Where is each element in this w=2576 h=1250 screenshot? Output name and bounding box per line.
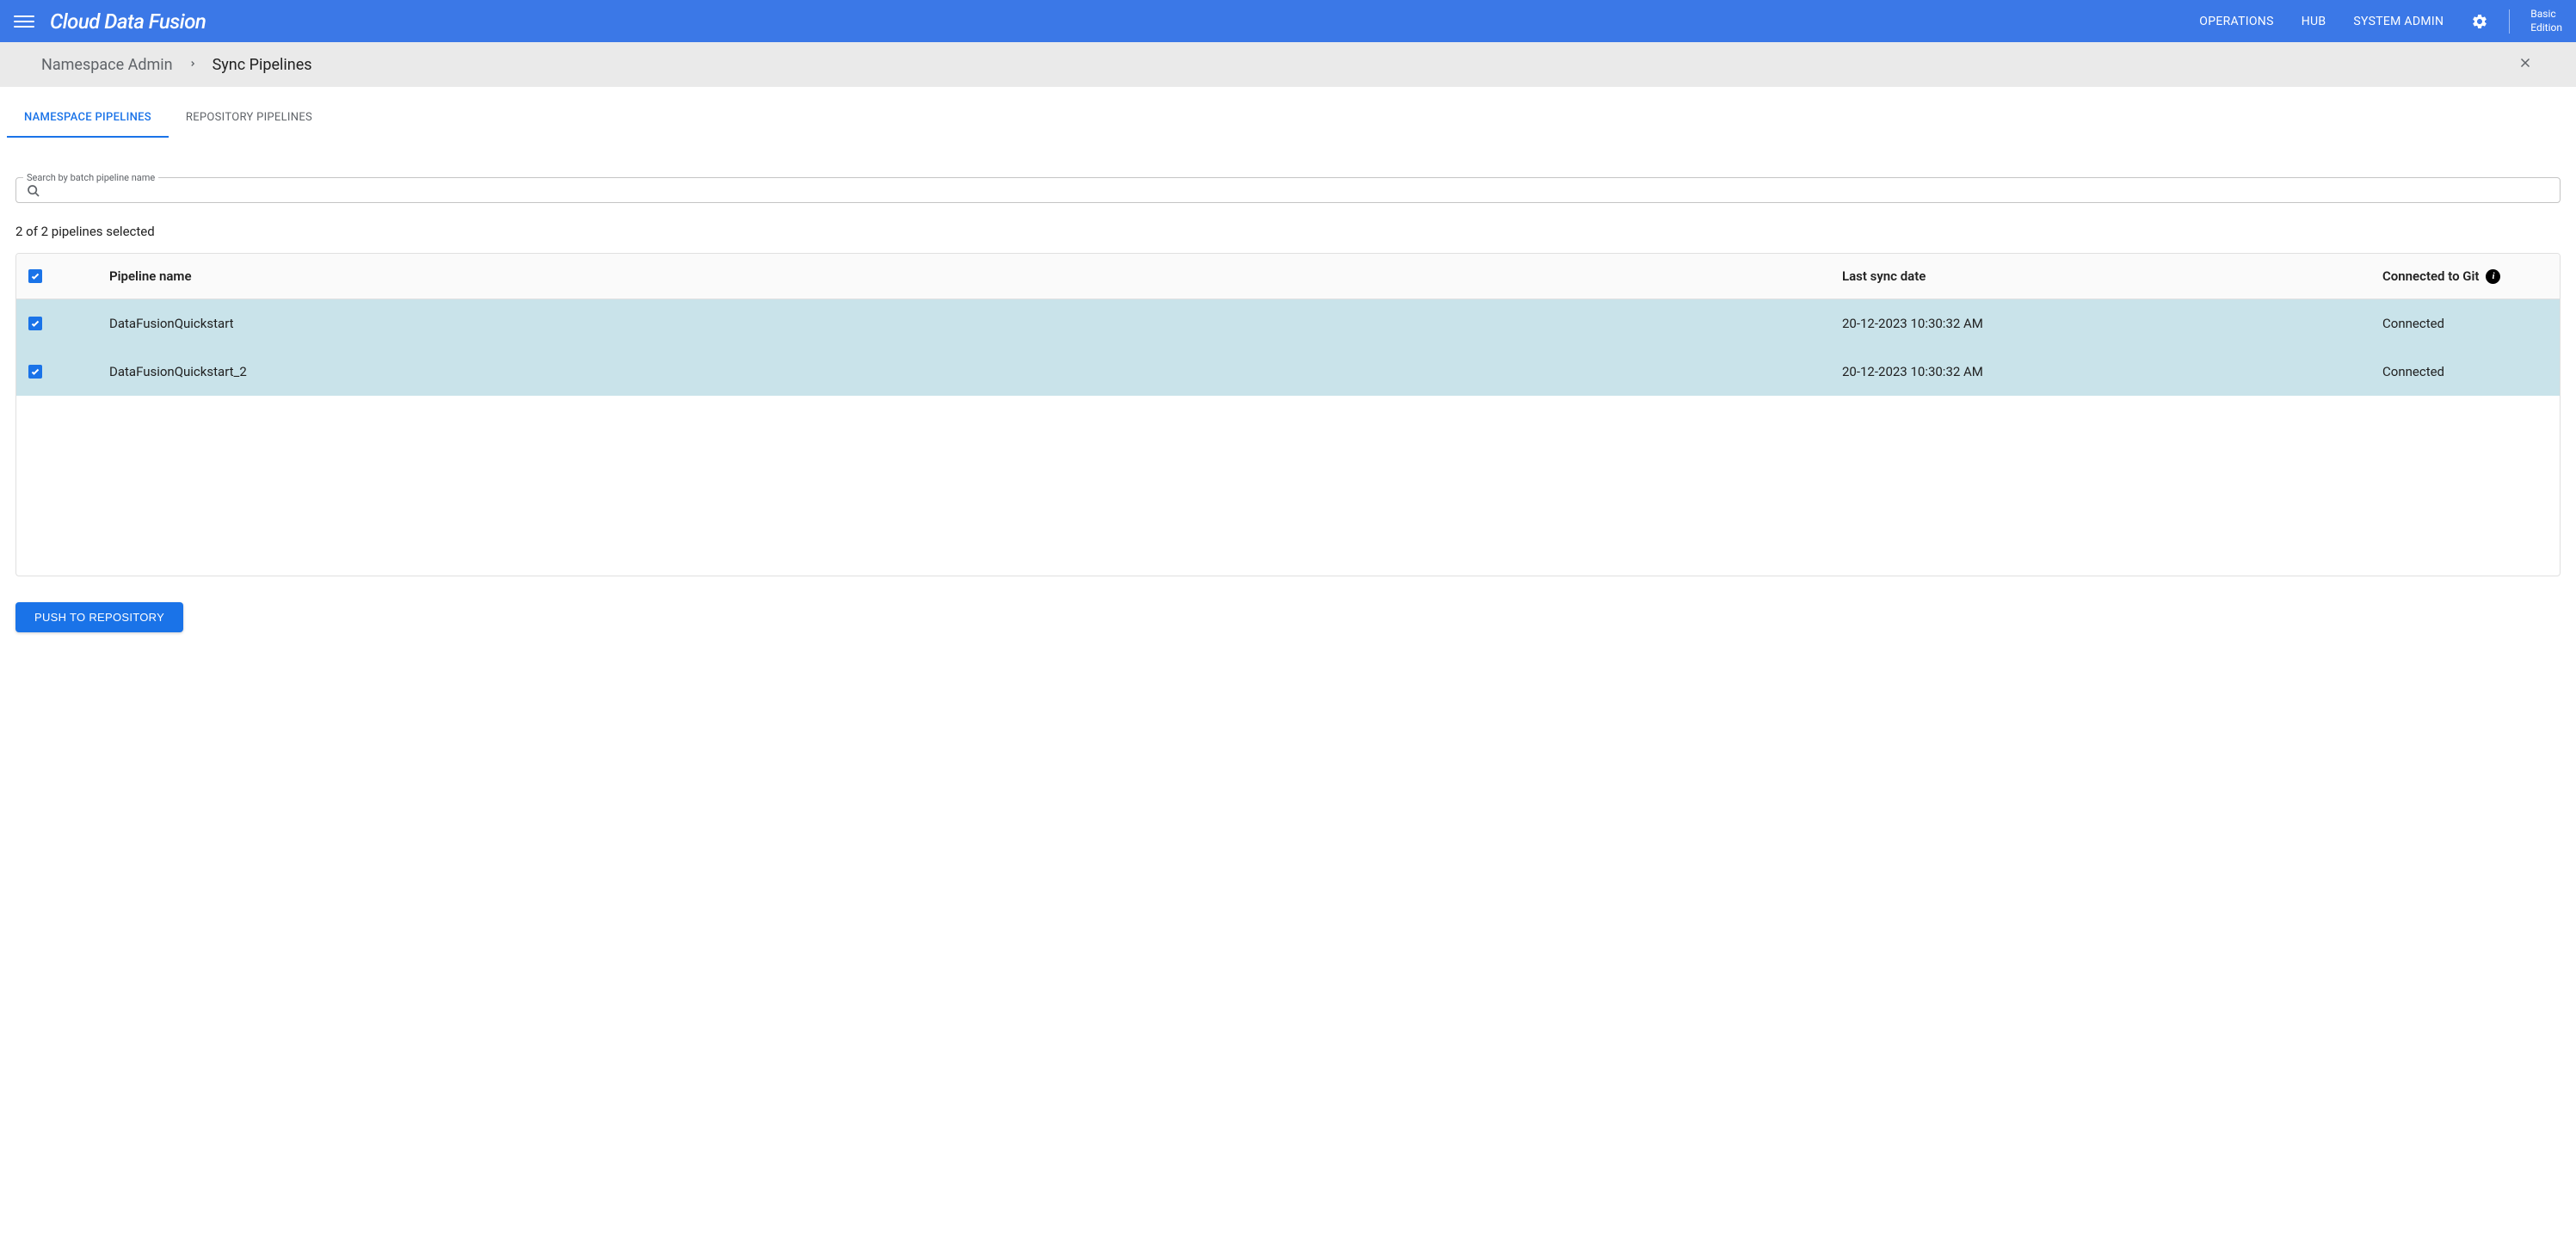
header-connected-git: Connected to Git i [2382,268,2548,284]
nav-system-admin[interactable]: SYSTEM ADMIN [2353,15,2444,28]
row-checkbox-cell [28,365,109,379]
row-sync-date: 20-12-2023 10:30:32 AM [1842,364,2382,379]
main-content: NAMESPACE PIPELINES REPOSITORY PIPELINES… [0,87,2576,648]
pipelines-table: Pipeline name Last sync date Connected t… [15,253,2561,576]
search-icon [27,184,40,201]
breadcrumb-root[interactable]: Namespace Admin [41,56,173,74]
tabs: NAMESPACE PIPELINES REPOSITORY PIPELINES [7,87,2561,138]
divider [2509,9,2510,34]
gear-icon[interactable] [2471,13,2488,30]
row-checkbox-cell [28,317,109,330]
select-all-checkbox[interactable] [28,269,42,283]
menu-icon[interactable] [14,11,34,32]
table-row[interactable]: DataFusionQuickstart_2 20-12-2023 10:30:… [16,348,2560,396]
search-container: Search by batch pipeline name [15,172,2561,203]
selection-count: 2 of 2 pipelines selected [15,224,2561,239]
row-checkbox[interactable] [28,317,42,330]
row-pipeline-name: DataFusionQuickstart_2 [109,364,1842,379]
close-icon[interactable] [2517,54,2533,75]
edition-line2: Edition [2530,22,2562,35]
tab-repository-pipelines[interactable]: REPOSITORY PIPELINES [169,87,330,138]
product-logo[interactable]: Cloud Data Fusion [50,9,206,34]
action-bar: PUSH TO REPOSITORY [15,602,2561,632]
breadcrumb: Namespace Admin Sync Pipelines [0,42,2576,87]
row-sync-date: 20-12-2023 10:30:32 AM [1842,316,2382,331]
breadcrumb-current: Sync Pipelines [213,56,312,74]
header-pipeline-name: Pipeline name [109,268,1842,284]
row-git-status: Connected [2382,364,2548,379]
tab-namespace-pipelines[interactable]: NAMESPACE PIPELINES [7,87,169,138]
nav-hub[interactable]: HUB [2302,15,2326,28]
edition-label: Basic Edition [2530,8,2562,34]
nav-operations[interactable]: OPERATIONS [2199,15,2273,28]
search-label: Search by batch pipeline name [23,172,158,183]
info-icon[interactable]: i [2486,269,2500,284]
chevron-right-icon [188,58,197,71]
nav-right: OPERATIONS HUB SYSTEM ADMIN Basic Editio… [2199,8,2562,34]
row-checkbox[interactable] [28,365,42,379]
table-header-row: Pipeline name Last sync date Connected t… [16,254,2560,299]
search-fieldset: Search by batch pipeline name [15,172,2561,203]
table-row[interactable]: DataFusionQuickstart 20-12-2023 10:30:32… [16,299,2560,348]
edition-line1: Basic [2530,8,2562,22]
push-to-repository-button[interactable]: PUSH TO REPOSITORY [15,602,183,632]
header-checkbox-cell [28,269,109,283]
row-git-status: Connected [2382,316,2548,331]
top-app-bar: Cloud Data Fusion OPERATIONS HUB SYSTEM … [0,0,2576,42]
row-pipeline-name: DataFusionQuickstart [109,316,1842,331]
header-last-sync: Last sync date [1842,268,2382,284]
header-connected-git-label: Connected to Git [2382,268,2479,284]
search-input[interactable] [47,186,2549,200]
